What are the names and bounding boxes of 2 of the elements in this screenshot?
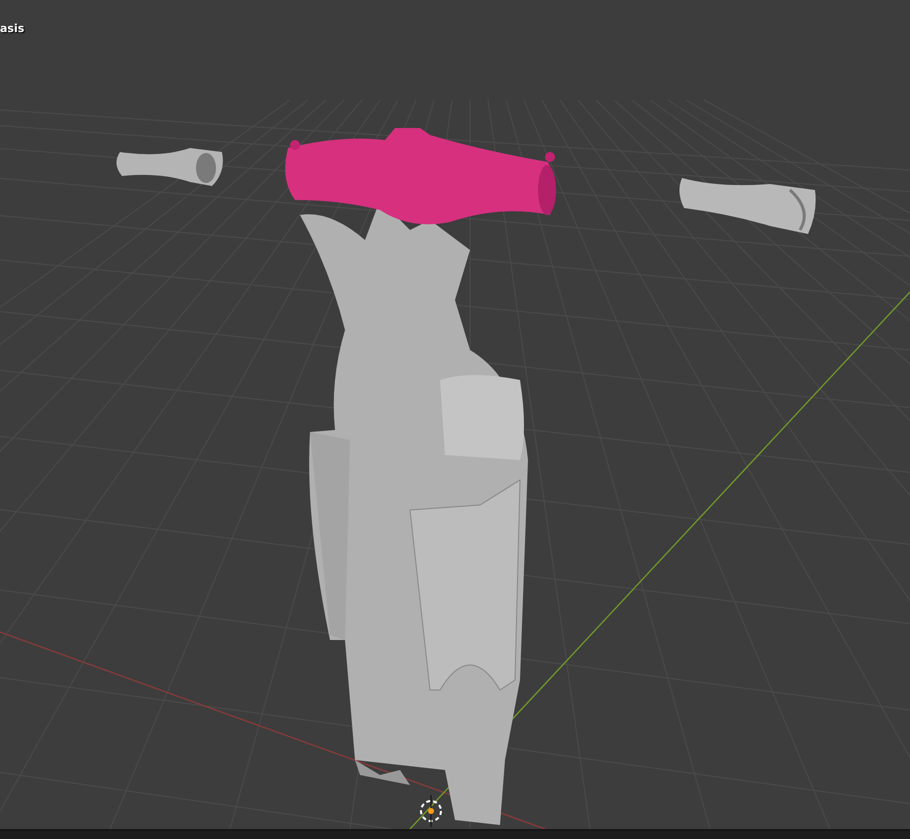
3d-cursor-icon[interactable] — [420, 794, 442, 828]
object-name-label: asis — [0, 22, 24, 35]
